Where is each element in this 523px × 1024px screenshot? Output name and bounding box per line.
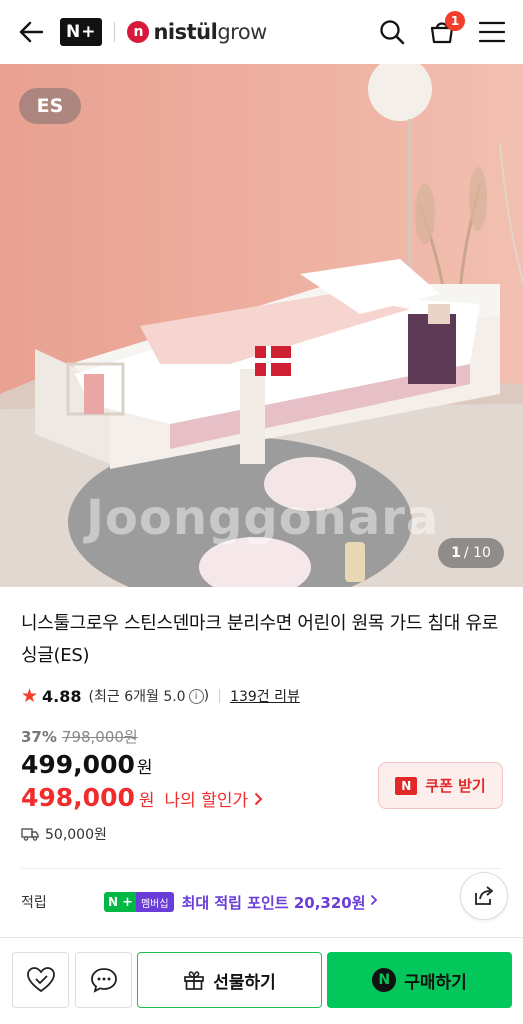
sale-price-unit: 원 (136, 758, 153, 778)
wishlist-button[interactable] (12, 952, 69, 1008)
cart-count-badge: 1 (445, 11, 465, 31)
brand-name-suffix: grow (217, 20, 267, 44)
brand-name: nistülgrow (153, 20, 267, 44)
info-icon[interactable]: i (188, 688, 204, 704)
brand-logo[interactable]: n nistülgrow (127, 20, 267, 44)
review-count-link[interactable]: 139건 리뷰 (230, 686, 300, 706)
image-counter-total: / 10 (463, 545, 491, 561)
naver-coupon-icon: N (395, 776, 418, 795)
original-price: 798,000원 (61, 728, 138, 746)
product-title: 니스툴그로우 스틴스덴마크 분리수면 어린이 원목 가드 침대 유로싱글(ES) (21, 613, 498, 666)
nplus-store-logo[interactable]: N+ (60, 18, 103, 46)
chat-icon (90, 968, 117, 993)
image-counter: 1 / 10 (438, 538, 504, 568)
my-price-label: 나의 할인가 (164, 791, 249, 811)
brand-mark: n (127, 21, 150, 43)
max-points-link[interactable]: 최대 적립 포인트 20,320원 (182, 892, 366, 913)
points-row: 적립 N + 멤버십 최대 적립 포인트 20,320원 (21, 890, 378, 914)
section-divider (21, 868, 502, 869)
my-price-unit: 원 (138, 791, 155, 811)
gift-button-label: 선물하기 (213, 972, 276, 993)
coupon-button[interactable]: N 쿠폰 받기 (378, 762, 503, 809)
share-icon (475, 886, 493, 905)
image-counter-current: 1 (451, 545, 461, 561)
chevron-right-icon (254, 791, 263, 811)
edition-badge: ES (19, 88, 81, 124)
rating-score: 4.88 (42, 686, 82, 706)
recent-rating[interactable]: (최근 6개월 5.0 i ) (89, 686, 210, 706)
bottom-action-bar: 선물하기 N 구매하기 (0, 937, 523, 1024)
brand-name-main: nistül (153, 20, 218, 44)
naver-pay-icon: N (372, 968, 397, 992)
discount-percent: 37% (21, 727, 57, 746)
badge-member: 멤버십 (135, 892, 174, 912)
my-discount-price[interactable]: 498,000 원 나의 할인가 (21, 783, 263, 812)
share-button[interactable] (460, 872, 508, 920)
header-divider (114, 22, 116, 42)
shipping-info: 50,000원 (21, 824, 107, 844)
coupon-button-label: 쿠폰 받기 (425, 777, 486, 795)
chevron-right-icon (370, 894, 378, 910)
gift-icon (183, 969, 205, 991)
truck-icon (21, 827, 39, 841)
sale-price: 499,000 원 (21, 750, 153, 779)
badge-n: N (104, 892, 123, 912)
my-price-value: 498,000 (21, 783, 135, 812)
rating-divider (219, 689, 221, 703)
product-image-carousel[interactable]: ES Joonggonara 1 / 10 (0, 64, 523, 587)
recent-rating-text: (최근 6개월 5.0 (88, 689, 186, 705)
nplus-label: N+ (66, 22, 97, 42)
talk-button[interactable] (75, 952, 132, 1008)
shipping-fee: 50,000원 (45, 827, 107, 843)
cart-icon[interactable]: 1 (427, 11, 465, 47)
naver-plus-membership-badge: N + 멤버십 (104, 892, 174, 912)
image-watermark: Joonggonara (86, 490, 440, 546)
back-arrow-icon[interactable] (16, 17, 46, 47)
sale-price-value: 499,000 (21, 750, 135, 779)
menu-icon[interactable] (477, 17, 507, 47)
rating-row: ★ 4.88 (최근 6개월 5.0 i ) 139건 리뷰 (21, 685, 300, 707)
heart-check-icon (26, 967, 55, 993)
buy-button[interactable]: N 구매하기 (327, 952, 512, 1008)
star-icon: ★ (21, 685, 39, 707)
recent-rating-close: ) (203, 688, 210, 704)
discount-line: 37% 798,000원 (21, 726, 138, 747)
top-header: N+ n nistülgrow 1 (0, 0, 523, 64)
search-icon[interactable] (377, 17, 407, 47)
badge-plus: + (122, 892, 136, 912)
points-label: 적립 (21, 895, 47, 911)
gift-button[interactable]: 선물하기 (137, 952, 322, 1008)
buy-button-label: 구매하기 (404, 972, 467, 993)
